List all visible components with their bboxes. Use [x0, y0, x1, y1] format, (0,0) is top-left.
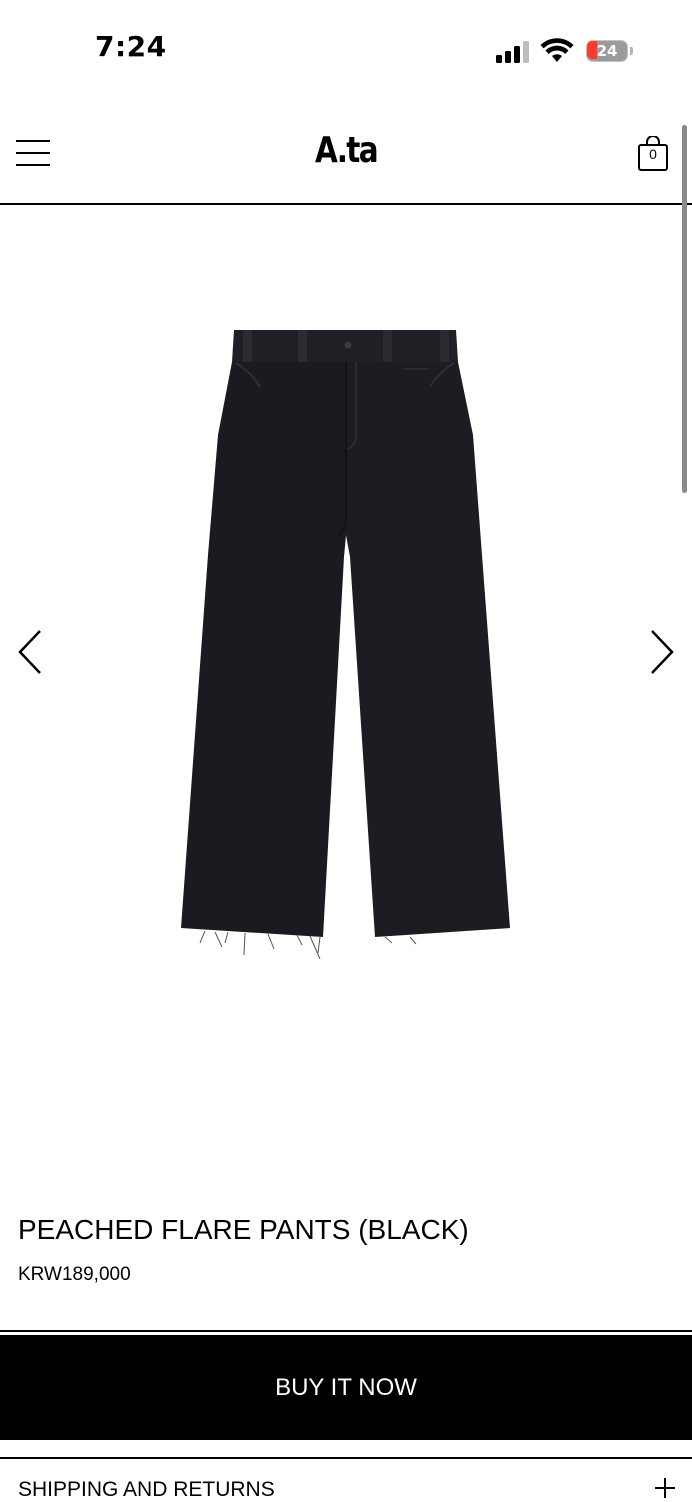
wifi-icon: [540, 38, 574, 62]
battery-icon: 24: [586, 40, 634, 64]
shipping-returns-accordion[interactable]: SHIPPING AND RETURNS: [0, 1459, 692, 1501]
cart-count: 0: [649, 146, 657, 162]
divider: [0, 1330, 692, 1332]
buy-it-now-button[interactable]: BUY IT NOW: [0, 1335, 692, 1440]
hamburger-menu-icon[interactable]: [16, 138, 50, 168]
product-gallery: [0, 207, 692, 1157]
product-price: KRW189,000: [18, 1264, 131, 1285]
chevron-left-icon[interactable]: [16, 627, 46, 677]
chevron-right-icon[interactable]: [646, 627, 676, 677]
brand-logo[interactable]: A.ta: [313, 130, 379, 171]
shopping-bag-icon[interactable]: 0: [637, 135, 669, 172]
status-time: 7:24: [95, 30, 167, 63]
menu-line: [16, 152, 50, 154]
black-pants-photo: [181, 330, 510, 960]
plus-icon[interactable]: [654, 1477, 676, 1499]
battery-cap: [630, 47, 633, 55]
cellular-signal-icon: [496, 41, 529, 63]
accordion-label: SHIPPING AND RETURNS: [18, 1478, 275, 1501]
menu-line: [16, 140, 50, 142]
status-bar: 7:24 24: [0, 0, 692, 100]
battery-level: 24: [596, 42, 618, 60]
site-header: A.ta 0: [0, 100, 692, 205]
menu-line: [16, 164, 50, 166]
product-title: PEACHED FLARE PANTS (BLACK): [18, 1214, 469, 1245]
